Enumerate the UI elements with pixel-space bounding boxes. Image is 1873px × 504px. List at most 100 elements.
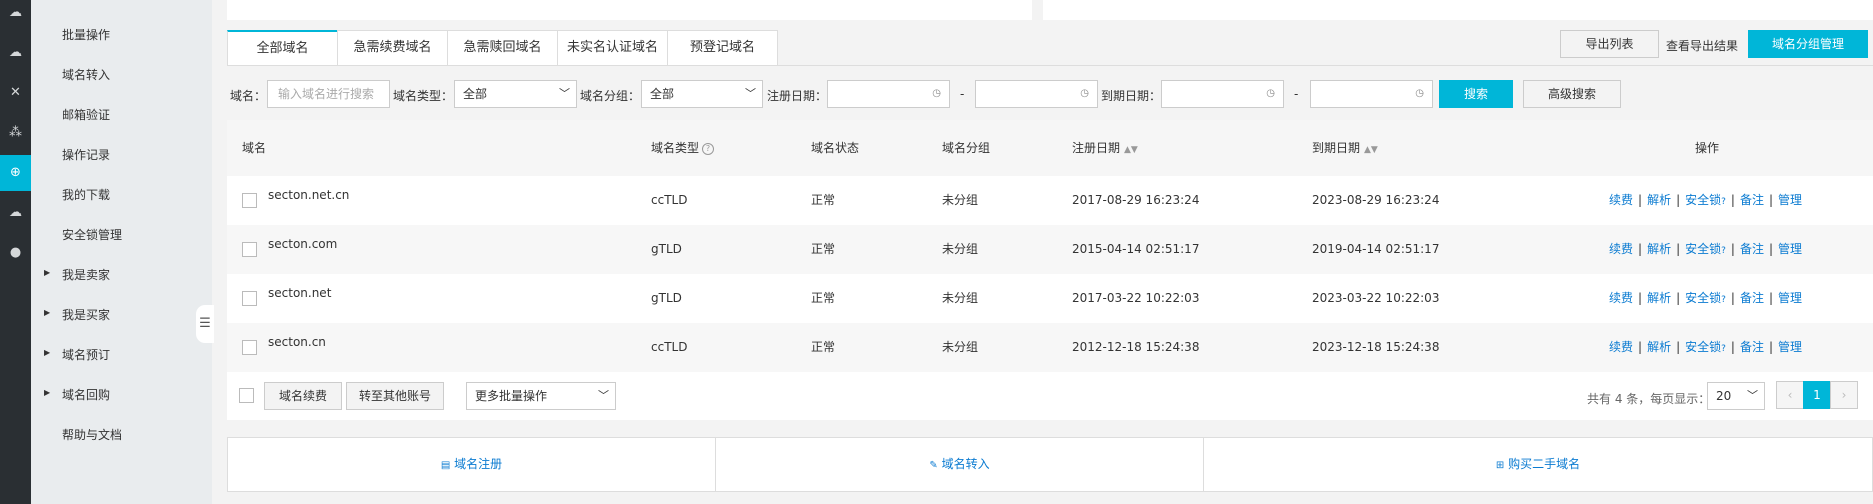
domain-type-label: 域名类型： <box>393 89 454 103</box>
quick-link-buy-used[interactable]: ⊞ 购买二手域名 <box>1204 438 1872 491</box>
group-manage-button[interactable]: 域名分组管理 <box>1748 30 1868 58</box>
more-batch-label: 更多批量操作 <box>475 389 548 403</box>
sidebar-item-reserve[interactable]: 域名预订 <box>62 346 110 363</box>
renew-link[interactable]: 续费 <box>1609 340 1633 354</box>
manage-link[interactable]: 管理 <box>1778 193 1802 207</box>
domain-link[interactable]: secton.cn <box>268 318 326 367</box>
row-actions: 续费 | 解析 | 安全锁? | 备注 | 管理 <box>1609 193 1803 207</box>
domain-group-select[interactable]: 全部 ﹀ <box>641 80 763 108</box>
next-page-button[interactable]: › <box>1830 381 1858 409</box>
prev-page-button[interactable]: ‹ <box>1776 381 1804 409</box>
sort-icon[interactable]: ▲▼ <box>1124 145 1138 155</box>
sidebar-item-buyer[interactable]: 我是买家 <box>62 306 110 323</box>
tab-urgent-redeem[interactable]: 急需赎回域名 <box>447 30 558 66</box>
sidebar-item-email-verify[interactable]: 邮箱验证 <box>62 106 110 123</box>
note-link[interactable]: 备注 <box>1740 242 1764 256</box>
page-size-select[interactable]: 20 ﹀ <box>1707 382 1765 410</box>
domain-link[interactable]: secton.com <box>268 220 337 269</box>
row-checkbox[interactable] <box>242 291 257 306</box>
more-batch-select[interactable]: 更多批量操作 ﹀ <box>466 382 616 410</box>
note-link[interactable]: 备注 <box>1740 340 1764 354</box>
tab-all-domains[interactable]: 全部域名 <box>227 30 338 66</box>
sidebar-item-security-lock[interactable]: 安全锁管理 <box>62 226 122 243</box>
col-reg-date[interactable]: 注册日期 ▲▼ <box>1072 120 1138 176</box>
help-icon[interactable]: ? <box>702 142 715 155</box>
domain-link[interactable]: secton.net.cn <box>268 171 349 220</box>
transfer-account-button[interactable]: 转至其他账号 <box>346 382 444 410</box>
dns-link[interactable]: 解析 <box>1647 291 1671 305</box>
page-1-button[interactable]: 1 <box>1803 381 1831 409</box>
register-icon: ▤ <box>440 460 451 471</box>
nodes-icon[interactable]: ⁂ <box>0 122 31 144</box>
select-all-checkbox[interactable] <box>239 388 254 403</box>
caret-right-icon: ▶ <box>44 388 51 397</box>
domain-group: 未分组 <box>942 291 979 305</box>
sidebar-item-batch[interactable]: 批量操作 <box>62 26 110 43</box>
quick-links: ▤ 域名注册 ✎ 域名转入 ⊞ 购买二手域名 <box>227 437 1873 492</box>
expire-date-end-input[interactable]: ◷ <box>1310 80 1433 108</box>
tab-preregister[interactable]: 预登记域名 <box>667 30 778 66</box>
sidebar-collapse-icon[interactable]: ☰ <box>196 305 214 343</box>
table-footer: 域名续费 转至其他账号 更多批量操作 ﹀ 共有 4 条，每页显示： 20 ﹀ ‹… <box>227 372 1873 420</box>
note-link[interactable]: 备注 <box>1740 291 1764 305</box>
reg-date-start-input[interactable]: ◷ <box>827 80 950 108</box>
sidebar-item-downloads[interactable]: 我的下载 <box>62 186 110 203</box>
domain-status: 正常 <box>811 340 836 354</box>
col-exp-date[interactable]: 到期日期 ▲▼ <box>1312 120 1378 176</box>
tab-urgent-renew[interactable]: 急需续费域名 <box>337 30 448 66</box>
manage-link[interactable]: 管理 <box>1778 340 1802 354</box>
manage-link[interactable]: 管理 <box>1778 242 1802 256</box>
domain-group: 未分组 <box>942 242 979 256</box>
security-lock-link[interactable]: 安全锁 <box>1685 291 1721 305</box>
expire-date-start-input[interactable]: ◷ <box>1161 80 1284 108</box>
security-lock-link[interactable]: 安全锁 <box>1685 193 1721 207</box>
domain-link[interactable]: secton.net <box>268 269 331 318</box>
security-lock-link[interactable]: 安全锁 <box>1685 340 1721 354</box>
sort-icon[interactable]: ▲▼ <box>1364 145 1378 155</box>
dns-link[interactable]: 解析 <box>1647 340 1671 354</box>
chevron-down-icon: ﹀ <box>598 389 609 402</box>
circle-icon[interactable]: ● <box>0 242 31 264</box>
reg-date-end-input[interactable]: ◷ <box>975 80 1098 108</box>
sidebar-item-transfer-in[interactable]: 域名转入 <box>62 66 110 83</box>
export-list-button[interactable]: 导出列表 <box>1560 30 1659 58</box>
manage-link[interactable]: 管理 <box>1778 291 1802 305</box>
domain-search-input[interactable]: 输入域名进行搜索 <box>267 80 390 108</box>
security-lock-link[interactable]: 安全锁 <box>1685 242 1721 256</box>
table-row: secton.cn ccTLD 正常 未分组 2012-12-18 15:24:… <box>227 323 1873 372</box>
sidebar-item-seller[interactable]: 我是卖家 <box>62 266 110 283</box>
dns-link[interactable]: 解析 <box>1647 193 1671 207</box>
sidebar-item-operation-log[interactable]: 操作记录 <box>62 146 110 163</box>
row-checkbox[interactable] <box>242 340 257 355</box>
row-checkbox[interactable] <box>242 193 257 208</box>
search-button[interactable]: 搜索 <box>1439 80 1513 108</box>
icon-bar: ☁ ☁ ✕ ⁂ ⊕ ☁ ● <box>0 0 31 504</box>
renew-link[interactable]: 续费 <box>1609 242 1633 256</box>
cloud-icon[interactable]: ☁ <box>0 2 31 24</box>
reg-date: 2017-08-29 16:23:24 <box>1072 193 1200 207</box>
tab-unverified[interactable]: 未实名认证域名 <box>557 30 668 66</box>
chevron-down-icon: ﹀ <box>559 87 570 100</box>
sidebar-item-help[interactable]: 帮助与文档 <box>62 426 122 443</box>
sidebar-item-buyback[interactable]: 域名回购 <box>62 386 110 403</box>
quick-link-register[interactable]: ▤ 域名注册 <box>228 438 715 491</box>
globe-icon[interactable]: ⊕ <box>0 155 31 191</box>
domain-type-select[interactable]: 全部 ﹀ <box>454 80 577 108</box>
table-row: secton.net.cn ccTLD 正常 未分组 2017-08-29 16… <box>227 176 1873 225</box>
advanced-search-button[interactable]: 高级搜索 <box>1523 80 1621 108</box>
cloud-upload-icon[interactable]: ☁ <box>0 42 31 64</box>
note-link[interactable]: 备注 <box>1740 193 1764 207</box>
network-icon[interactable]: ✕ <box>0 82 31 104</box>
batch-renew-button[interactable]: 域名续费 <box>264 382 342 410</box>
col-reg-date-label: 注册日期 <box>1072 141 1121 155</box>
dns-link[interactable]: 解析 <box>1647 242 1671 256</box>
quick-link-transfer-label: 域名转入 <box>941 457 990 471</box>
view-export-result-link[interactable]: 查看导出结果 <box>1666 37 1738 54</box>
col-status: 域名状态 <box>811 141 860 155</box>
row-checkbox[interactable] <box>242 242 257 257</box>
cloud-settings-icon[interactable]: ☁ <box>0 202 31 224</box>
renew-link[interactable]: 续费 <box>1609 291 1633 305</box>
renew-link[interactable]: 续费 <box>1609 193 1633 207</box>
quick-link-transfer[interactable]: ✎ 域名转入 <box>716 438 1203 491</box>
row-actions: 续费 | 解析 | 安全锁? | 备注 | 管理 <box>1609 291 1803 305</box>
